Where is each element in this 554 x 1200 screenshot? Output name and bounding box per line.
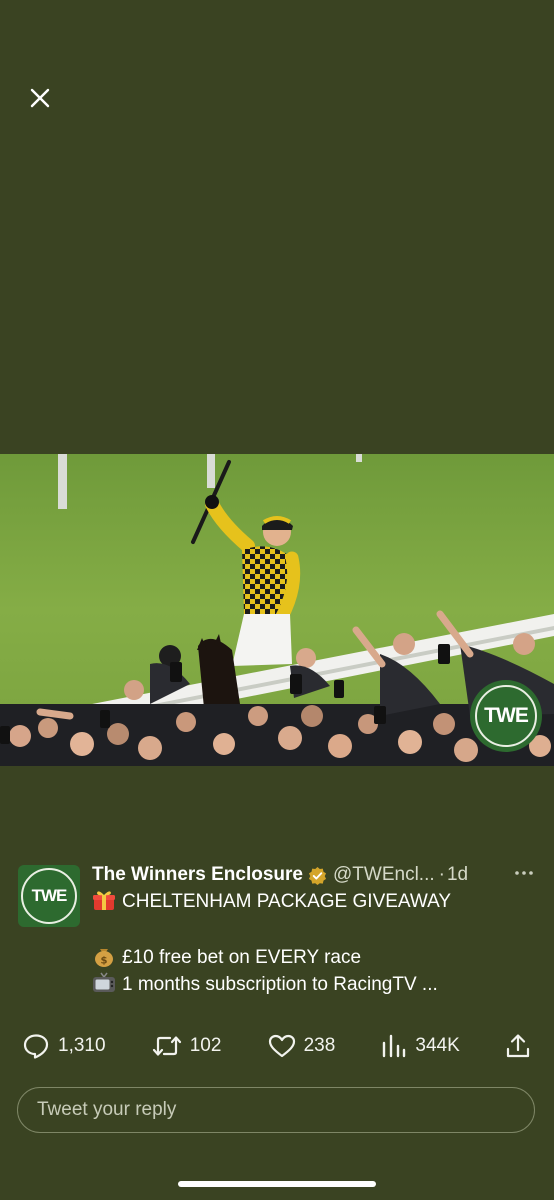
verified-badge-icon <box>308 866 327 885</box>
views-button[interactable]: 344K <box>381 1034 460 1058</box>
reply-composer[interactable] <box>17 1087 535 1133</box>
tweet-text-line1: CHELTENHAM PACKAGE GIVEAWAY <box>92 889 451 913</box>
tweet-text-line1-label: CHELTENHAM PACKAGE GIVEAWAY <box>122 891 452 912</box>
tweet-text-line2: $ £10 free bet on EVERY race <box>92 945 361 969</box>
more-icon <box>515 871 533 875</box>
share-icon <box>506 1034 530 1058</box>
separator: · <box>438 864 445 885</box>
retweet-button[interactable]: 102 <box>152 1034 222 1058</box>
more-options-button[interactable] <box>514 863 534 888</box>
heart-icon <box>268 1034 295 1058</box>
like-button[interactable]: 238 <box>268 1034 336 1058</box>
home-indicator[interactable] <box>178 1181 376 1187</box>
reply-input[interactable] <box>35 1098 534 1122</box>
reply-icon <box>23 1034 49 1059</box>
money-bag-emoji-icon: $ <box>95 949 113 967</box>
avatar-text: TWE <box>21 868 77 924</box>
television-emoji-icon <box>93 972 115 992</box>
tweet-photo[interactable]: TWE <box>0 454 554 766</box>
tweet-actions: 1,310 102 238 344K <box>22 1031 530 1061</box>
gift-emoji-icon <box>93 891 115 910</box>
views-count: 344K <box>415 1035 460 1056</box>
close-icon <box>30 88 50 108</box>
twe-watermark-text: TWE <box>484 704 529 727</box>
retweet-icon <box>152 1036 181 1056</box>
share-button[interactable] <box>506 1033 530 1059</box>
tweet-text-line3-label: 1 months subscription to RacingTV ... <box>122 974 438 995</box>
svg-text:$: $ <box>101 956 108 967</box>
close-button[interactable] <box>24 82 56 114</box>
retweet-count: 102 <box>189 1035 222 1056</box>
display-name[interactable]: The Winners Enclosure <box>92 864 303 886</box>
timestamp: 1d <box>446 864 469 885</box>
avatar[interactable]: TWE <box>18 865 80 927</box>
tweet-text-line3: 1 months subscription to RacingTV ... <box>92 972 438 996</box>
tweet-text-line2-label: £10 free bet on EVERY race <box>122 947 362 968</box>
like-count: 238 <box>303 1035 336 1056</box>
reply-button[interactable]: 1,310 <box>22 1033 106 1059</box>
tweet-header: The Winners Enclosure @TWEncl... · 1d <box>92 863 534 887</box>
handle: @TWEncl... <box>333 864 435 885</box>
views-chart-icon <box>383 1034 406 1058</box>
reply-count: 1,310 <box>58 1035 106 1056</box>
